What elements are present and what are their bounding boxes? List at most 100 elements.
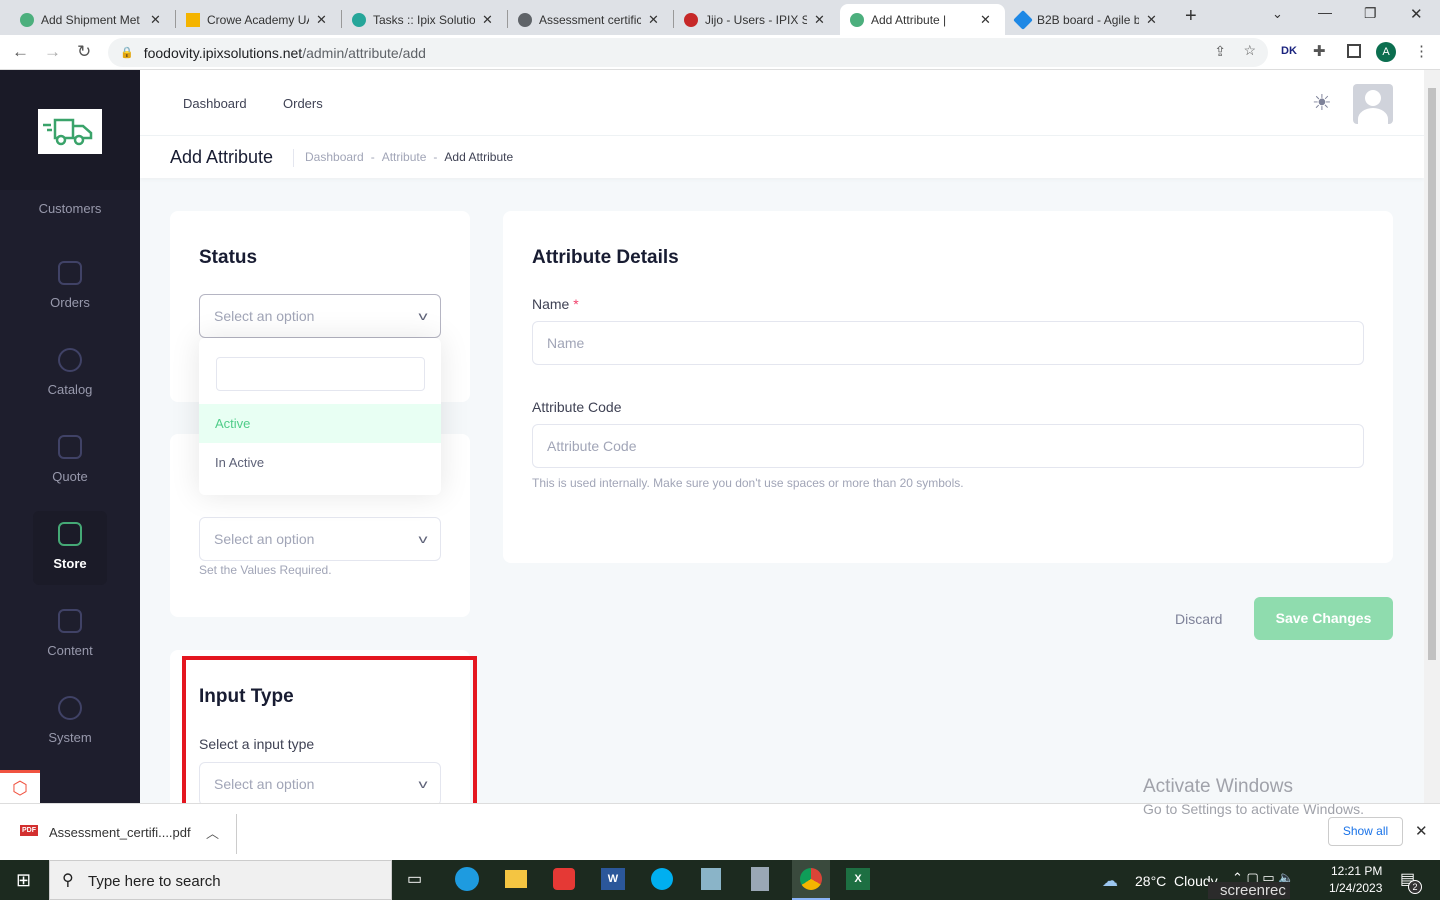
dropdown-search-input[interactable] xyxy=(216,357,425,391)
download-bar: PDF Assessment_certifi....pdf ︿ Show all… xyxy=(0,803,1440,860)
reload-icon[interactable]: ↻ xyxy=(77,42,91,62)
header-link-orders[interactable]: Orders xyxy=(283,96,323,111)
sidebar-item-orders[interactable]: Orders xyxy=(33,250,107,324)
share-icon[interactable]: ⇪ xyxy=(1214,43,1226,60)
taskbar: ⊞ ⚲ Type here to search ▭ W X ☁ 28°C Clo… xyxy=(0,860,1440,900)
option-active[interactable]: Active xyxy=(199,404,441,443)
minimize-button[interactable]: — xyxy=(1318,4,1332,20)
task-view-icon[interactable]: ▭ xyxy=(407,869,422,889)
scrollbar[interactable] xyxy=(1424,70,1440,803)
search-icon: ⚲ xyxy=(62,872,74,889)
word-icon[interactable]: W xyxy=(601,868,625,890)
favicon-icon xyxy=(1013,9,1033,30)
sidebar-item-catalog[interactable]: Catalog xyxy=(33,337,107,411)
app-icon[interactable] xyxy=(701,868,721,890)
weather-text[interactable]: 28°C Cloudy xyxy=(1135,873,1218,889)
skype-icon[interactable] xyxy=(651,868,673,890)
logo[interactable] xyxy=(38,109,102,154)
browser-tab[interactable]: Jijo - Users - IPIX Sc ✕ xyxy=(674,4,835,35)
address-bar-row: ← → ↻ 🔒 foodovity.ipixsolutions.net/admi… xyxy=(0,35,1440,70)
screenrec-overlay: screenrec xyxy=(1208,882,1290,899)
favicon-icon xyxy=(850,12,864,27)
name-input[interactable]: Name xyxy=(532,321,1364,365)
extensions-icon[interactable]: ✚ xyxy=(1313,42,1326,60)
close-tab-icon[interactable]: ✕ xyxy=(980,12,991,28)
monitor-icon xyxy=(58,609,82,633)
browser-tab[interactable]: Add Shipment Met ✕ xyxy=(10,4,171,35)
code-hint: This is used internally. Make sure you d… xyxy=(532,476,964,490)
close-tab-icon[interactable]: ✕ xyxy=(482,12,493,28)
store-icon xyxy=(58,522,82,546)
favicon-icon xyxy=(352,12,366,27)
side-panel-icon[interactable] xyxy=(1347,44,1361,58)
close-tab-icon[interactable]: ✕ xyxy=(316,12,327,28)
attribute-code-input[interactable]: Attribute Code xyxy=(532,424,1364,468)
theme-toggle-sun-icon[interactable]: ☀ xyxy=(1312,90,1332,116)
close-window-button[interactable]: ✕ xyxy=(1410,5,1423,23)
star-icon[interactable]: ☆ xyxy=(1243,42,1256,59)
laravel-debugbar-icon[interactable]: ⬡ xyxy=(0,770,40,803)
taskbar-search[interactable]: ⚲ Type here to search xyxy=(49,860,392,900)
status-dropdown: Active In Active xyxy=(199,338,441,495)
sidebar-item-content[interactable]: Content xyxy=(33,598,107,672)
show-all-button[interactable]: Show all xyxy=(1328,817,1403,846)
close-download-bar-icon[interactable]: ✕ xyxy=(1415,822,1428,840)
top-header: Dashboard Orders ☀ xyxy=(140,70,1424,136)
new-tab-button[interactable]: + xyxy=(1185,5,1197,28)
option-inactive[interactable]: In Active xyxy=(199,443,441,482)
breadcrumb-attribute[interactable]: Attribute xyxy=(382,150,427,164)
close-tab-icon[interactable]: ✕ xyxy=(1146,12,1157,28)
breadcrumb-dashboard[interactable]: Dashboard xyxy=(305,150,364,164)
calculator-icon[interactable] xyxy=(751,867,769,891)
url-input[interactable]: 🔒 foodovity.ipixsolutions.net/admin/attr… xyxy=(108,38,1268,67)
status-select[interactable]: Select an option v xyxy=(199,294,441,338)
user-avatar[interactable] xyxy=(1353,84,1393,124)
weather-cloud-icon: ☁ xyxy=(1102,873,1118,890)
chrome-icon[interactable] xyxy=(792,860,830,900)
save-changes-button[interactable]: Save Changes xyxy=(1254,597,1393,640)
favicon-icon xyxy=(684,12,698,27)
close-tab-icon[interactable]: ✕ xyxy=(150,12,161,28)
sidebar-item-quote[interactable]: Quote xyxy=(33,424,107,498)
forward-icon[interactable]: → xyxy=(44,42,61,62)
globe-icon xyxy=(518,12,532,27)
browser-tab[interactable]: Assessment certific ✕ xyxy=(508,4,669,35)
favicon-icon xyxy=(20,12,34,27)
close-tab-icon[interactable]: ✕ xyxy=(814,12,825,28)
favicon-icon xyxy=(186,12,200,27)
browser-tab[interactable]: Crowe Academy UA ✕ xyxy=(176,4,337,35)
download-item[interactable]: Assessment_certifi....pdf xyxy=(49,825,191,840)
back-icon[interactable]: ← xyxy=(12,42,29,62)
clock-time[interactable]: 12:21 PM xyxy=(1331,864,1382,878)
browser-tab[interactable]: Tasks :: Ipix Solution ✕ xyxy=(342,4,503,35)
sidebar-item-system[interactable]: System xyxy=(33,685,107,759)
page-title: Add Attribute xyxy=(170,147,274,167)
notification-count-badge: 2 xyxy=(1408,880,1422,894)
file-explorer-icon[interactable] xyxy=(505,870,527,888)
menu-icon[interactable]: ⋮ xyxy=(1414,42,1429,60)
extension-dk-icon[interactable]: DK xyxy=(1281,45,1297,57)
sidebar-item-store[interactable]: Store xyxy=(33,511,107,585)
status-title: Status xyxy=(199,247,258,268)
close-tab-icon[interactable]: ✕ xyxy=(648,12,659,28)
quote-icon xyxy=(58,435,82,459)
restore-button[interactable]: ❐ xyxy=(1364,5,1377,22)
chevron-up-icon[interactable]: ︿ xyxy=(206,823,219,842)
code-label: Attribute Code xyxy=(532,399,622,415)
orders-icon xyxy=(58,261,82,285)
browser-tab-active[interactable]: Add Attribute | ✕ xyxy=(840,4,1005,35)
values-select[interactable]: Select an option v xyxy=(199,517,441,561)
windows-start-icon[interactable]: ⊞ xyxy=(16,870,31,891)
clock-date[interactable]: 1/24/2023 xyxy=(1329,881,1382,895)
gear-icon xyxy=(58,696,82,720)
breadcrumb: Dashboard - Attribute - Add Attribute xyxy=(305,150,514,164)
profile-avatar[interactable]: A xyxy=(1376,42,1396,62)
browser-tab[interactable]: B2B board - Agile b ✕ xyxy=(1006,4,1167,35)
sidebar-item-customers[interactable]: Customers xyxy=(33,180,107,240)
tab-search-button[interactable]: ⌄ xyxy=(1272,6,1283,22)
edge-icon[interactable] xyxy=(455,867,479,891)
header-link-dashboard[interactable]: Dashboard xyxy=(183,96,247,111)
discard-button[interactable]: Discard xyxy=(1175,611,1222,627)
app-icon[interactable] xyxy=(553,868,575,890)
excel-icon[interactable]: X xyxy=(846,868,870,890)
